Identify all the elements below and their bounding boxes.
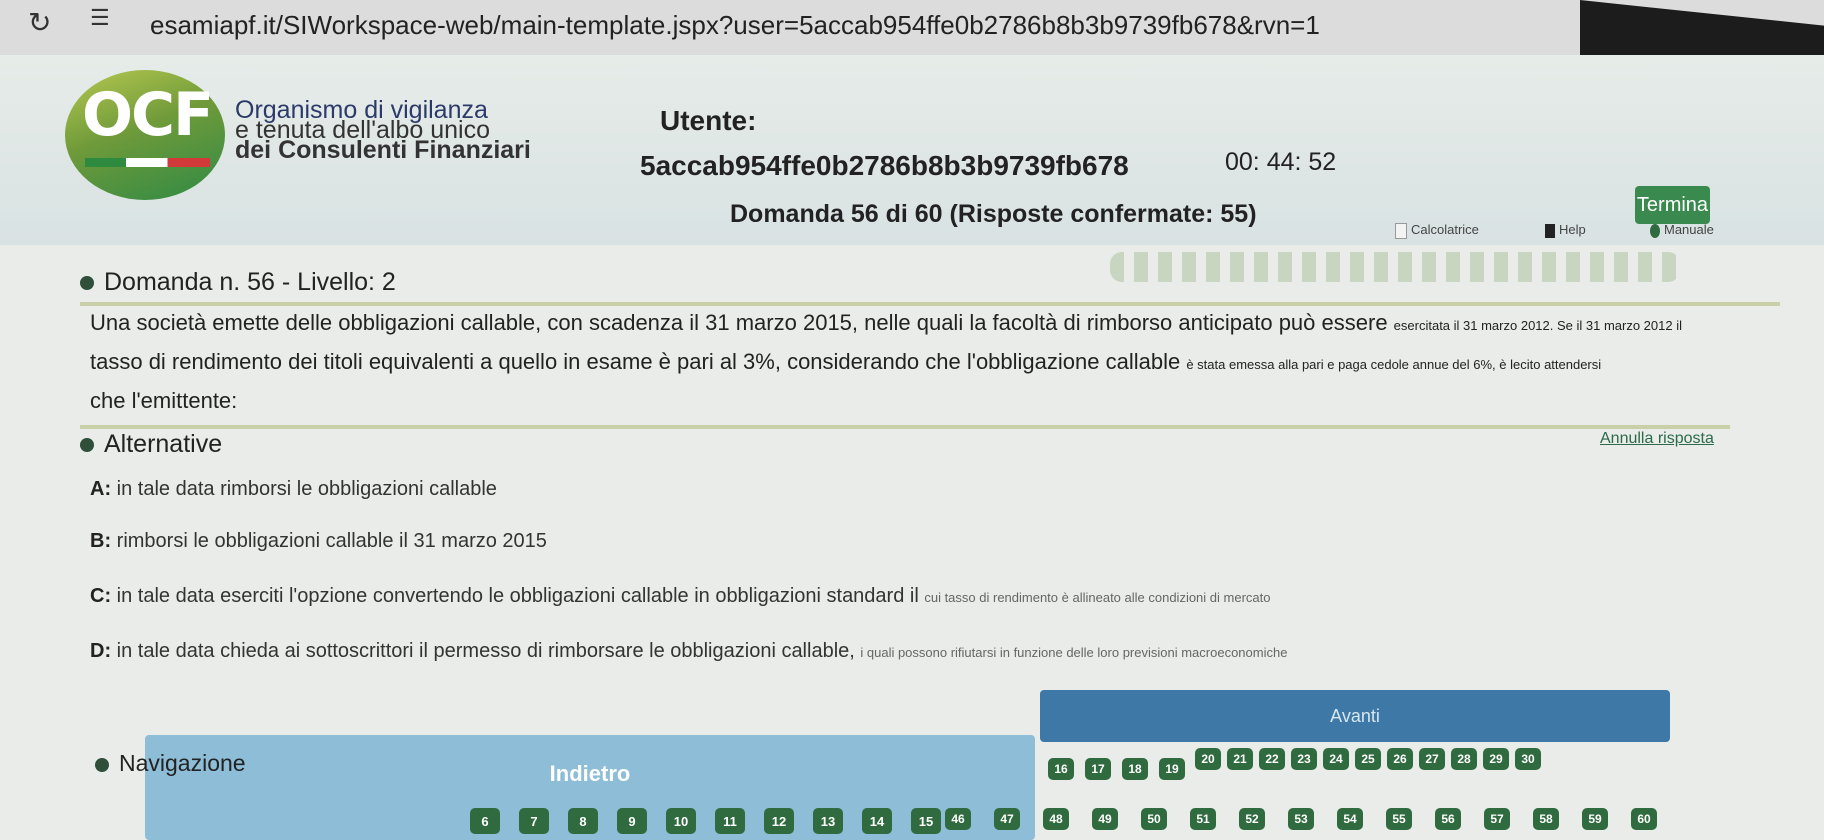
alternative-a[interactable]: A: in tale data rimborsi le obbligazioni… [90,478,497,501]
calculator-label: Calcolatrice [1411,222,1479,237]
question-heading: Domanda n. 56 - Livello: 2 [80,268,396,297]
help-label: Help [1559,222,1586,237]
question-nav-60[interactable]: 60 [1631,808,1657,830]
address-bar[interactable]: esamiapf.it/SIWorkspace-web/main-templat… [150,10,1320,41]
question-text: Una società emette delle obbligazioni ca… [90,305,1780,419]
question-nav-9[interactable]: 9 [617,808,647,834]
question-nav-59[interactable]: 59 [1582,808,1608,830]
question-nav-22[interactable]: 22 [1259,748,1285,770]
annulla-risposta-link[interactable]: Annulla risposta [1600,430,1714,448]
question-nav-14[interactable]: 14 [862,808,892,834]
question-nav-16[interactable]: 16 [1048,758,1074,780]
question-nav-48[interactable]: 48 [1043,808,1069,830]
question-nav-15[interactable]: 15 [911,808,941,834]
calculator-icon [1395,222,1407,239]
question-nav-19[interactable]: 19 [1159,758,1185,780]
calculator-button[interactable]: Calcolatrice [1395,222,1479,239]
question-counter: Domanda 56 di 60 (Risposte confermate: 5… [730,200,1257,228]
logo-text: OCF [82,80,214,150]
alternative-key: D: [90,640,112,662]
question-nav-47[interactable]: 47 [994,808,1020,830]
question-nav-57[interactable]: 57 [1484,808,1510,830]
question-nav-52[interactable]: 52 [1239,808,1265,830]
alternative-text: in tale data eserciti l'opzione converte… [116,585,925,607]
alternative-text: in tale data chieda ai sottoscrittori il… [116,640,861,662]
section-bullet-icon [95,757,109,772]
question-nav-24[interactable]: 24 [1323,748,1349,770]
question-nav-27[interactable]: 27 [1419,748,1445,770]
question-nav-7[interactable]: 7 [519,808,549,834]
alternative-text: rimborsi le obbligazioni callable il 31 … [116,530,547,552]
user-id: 5accab954ffe0b2786b8b3b9739fb678 [640,150,1129,181]
question-nav-51[interactable]: 51 [1190,808,1216,830]
question-nav-26[interactable]: 26 [1387,748,1413,770]
alternative-key: A: [90,478,112,500]
alternative-key: C: [90,585,112,607]
countdown-timer: 00: 44: 52 [1225,148,1337,176]
alternatives-heading-text: Alternative [104,430,223,458]
question-nav-10[interactable]: 10 [666,808,696,834]
avanti-button[interactable]: Avanti [1040,690,1670,742]
navigation-heading-text: Navigazione [119,750,246,776]
alternative-text-small: cui tasso di rendimento è allineato alle… [924,590,1271,605]
question-nav-49[interactable]: 49 [1092,808,1118,830]
alternative-b[interactable]: B: rimborsi le obbligazioni callable il … [90,530,547,553]
question-nav-11[interactable]: 11 [715,808,745,834]
question-line-2-small: è stata emessa alla pari e paga cedole a… [1186,357,1602,372]
reload-icon[interactable]: ↻ [28,6,51,39]
question-nav-21[interactable]: 21 [1227,748,1253,770]
question-nav-8[interactable]: 8 [568,808,598,834]
question-nav-25[interactable]: 25 [1355,748,1381,770]
question-line-2-main: tasso di rendimento dei titoli equivalen… [90,349,1187,374]
question-line-3: che l'emittente: [90,388,238,413]
alternative-c[interactable]: C: in tale data eserciti l'opzione conve… [90,585,1270,608]
question-nav-13[interactable]: 13 [813,808,843,834]
manual-icon [1650,223,1660,238]
help-button[interactable]: Help [1545,222,1586,238]
alternative-text: in tale data rimborsi le obbligazioni ca… [116,478,497,500]
manual-label: Manuale [1664,222,1714,237]
organization-name: Organismo di vigilanza e tenuta dell'alb… [235,98,531,164]
alternative-key: B: [90,530,112,552]
question-nav-55[interactable]: 55 [1386,808,1412,830]
termina-button[interactable]: Termina [1635,186,1710,224]
question-nav-20[interactable]: 20 [1195,748,1221,770]
site-settings-icon[interactable]: ☰ [90,8,110,30]
decorative-sketch [1110,252,1680,282]
divider [80,425,1730,429]
question-nav-28[interactable]: 28 [1451,748,1477,770]
question-nav-50[interactable]: 50 [1141,808,1167,830]
question-nav-56[interactable]: 56 [1435,808,1461,830]
question-line-1-main: Una società emette delle obbligazioni ca… [90,310,1394,335]
alternative-text-small: i quali possono rifiutarsi in funzione d… [860,645,1288,660]
question-nav-30[interactable]: 30 [1515,748,1541,770]
question-nav-29[interactable]: 29 [1483,748,1509,770]
question-nav-23[interactable]: 23 [1291,748,1317,770]
question-heading-text: Domanda n. 56 - Livello: 2 [104,268,396,296]
section-bullet-icon [80,438,94,453]
manual-button[interactable]: Manuale [1650,222,1714,238]
question-nav-6[interactable]: 6 [470,808,500,834]
org-line-3: dei Consulenti Finanziari [235,136,531,164]
question-nav-53[interactable]: 53 [1288,808,1314,830]
question-nav-46[interactable]: 46 [945,808,971,830]
italian-flag-bar [85,158,210,167]
user-label: Utente: [660,105,757,136]
question-nav-18[interactable]: 18 [1122,758,1148,780]
alternative-d[interactable]: D: in tale data chieda ai sottoscrittori… [90,640,1287,663]
alternatives-heading: Alternative [80,430,222,459]
section-bullet-icon [80,276,94,291]
navigation-heading: Navigazione [95,750,246,777]
help-icon [1545,223,1555,238]
question-line-2: tasso di rendimento dei titoli equivalen… [90,344,1780,383]
question-nav-12[interactable]: 12 [764,808,794,834]
question-line-1-small: esercitata il 31 marzo 2012. Se il 31 ma… [1393,318,1682,333]
question-nav-58[interactable]: 58 [1533,808,1559,830]
question-line-1: Una società emette delle obbligazioni ca… [90,305,1780,344]
question-nav-17[interactable]: 17 [1085,758,1111,780]
question-nav-54[interactable]: 54 [1337,808,1363,830]
